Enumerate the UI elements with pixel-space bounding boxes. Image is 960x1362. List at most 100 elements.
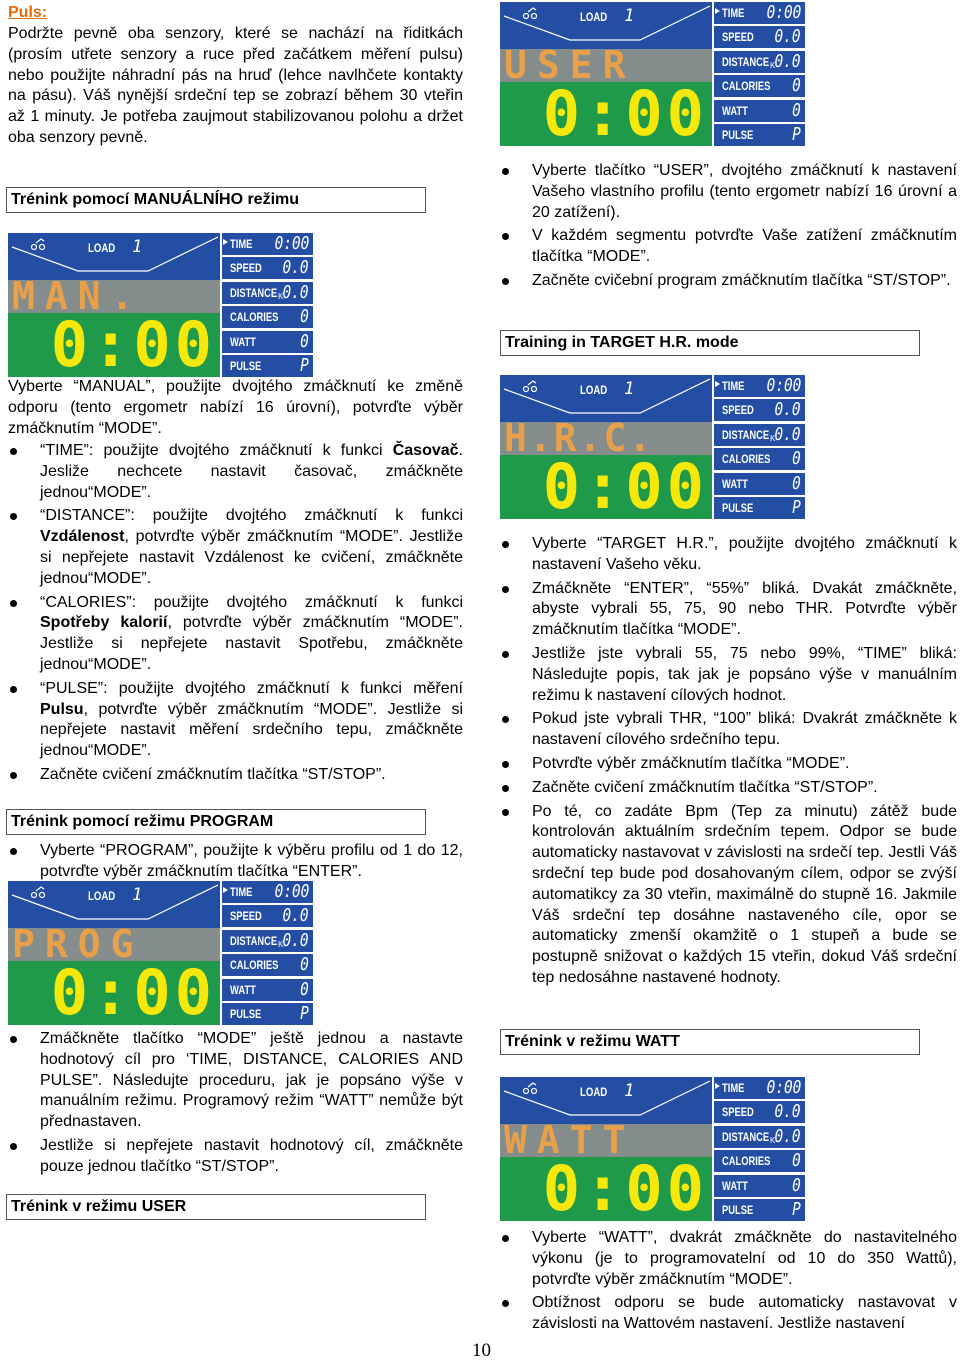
list-item: Obtížnost odporu se bude automaticky nas…: [500, 1293, 957, 1335]
metric-distance: DISTANCE K 0.0: [714, 1125, 805, 1148]
metric-time: TIME 0:00: [222, 233, 313, 255]
metric-time: TIME 0:00: [714, 1077, 805, 1099]
list-item: Začněte cvičební program zmáčknutím tlač…: [500, 271, 957, 292]
clock-readout: 0:00: [542, 450, 708, 523]
metric-speed: SPEED 0.0: [222, 257, 313, 280]
metrics-panel: TIME 0:00 SPEED 0.0 DISTANCE K 0.0 CALORIES 0…: [222, 881, 313, 1025]
list-item: Začněte cvičení zmáčknutím tlačítka “ST/…: [8, 765, 463, 786]
manual-intro: Vyberte “MANUAL”, použijte dvojtého zmáč…: [8, 378, 463, 437]
user-bullets: Vyberte tlačítko “USER”, dvojtého zmáčkn…: [500, 161, 957, 295]
metric-time: TIME 0:00: [714, 375, 805, 397]
list-item: Začněte cvičení zmáčknutím tlačítka “ST/…: [500, 778, 957, 799]
metric-watt: WATT 0: [222, 330, 313, 353]
lcd-top-panel: LOAD 1: [8, 233, 220, 280]
metrics-panel: TIME 0:00 SPEED 0.0 DISTANCE K 0.0 CALORIES 0…: [714, 375, 805, 519]
clock-readout: 0:00: [50, 308, 216, 381]
cyclist-icon: [30, 238, 46, 251]
load-value: 1: [624, 1081, 635, 1101]
metric-pulse: PULSE P: [714, 1199, 805, 1221]
selected-arrow-icon: [715, 1083, 720, 1089]
metrics-panel: TIME 0:00 SPEED 0.0 DISTANCE K 0.0 CALORIES 0…: [714, 1077, 805, 1221]
load-label: LOAD: [580, 383, 608, 397]
load-label: LOAD: [88, 889, 116, 903]
load-value: 1: [132, 237, 143, 257]
program-mode-heading: Trénink pomocí režimu PROGRAM: [6, 809, 426, 835]
metric-speed: SPEED 0.0: [714, 1101, 805, 1124]
metric-speed: SPEED 0.0: [714, 26, 805, 49]
puls-paragraph: Podržte pevně oba senzory, které se nach…: [8, 25, 463, 146]
manual-mode-heading: Trénink pomocí MANUÁLNÍHO režimu: [6, 187, 426, 213]
selected-arrow-icon: [715, 8, 720, 14]
load-value: 1: [132, 885, 143, 905]
lcd-display-watt: LOAD 1 WATT 0:00 TIME 0:00 SPEED 0.0 DISTAN…: [500, 1077, 805, 1221]
metric-speed: SPEED 0.0: [222, 905, 313, 928]
metrics-panel: TIME 0:00 SPEED 0.0 DISTANCE K 0.0 CALORIES 0…: [222, 233, 313, 377]
metric-time: TIME 0:00: [714, 2, 805, 24]
metric-watt: WATT 0: [714, 1174, 805, 1197]
page-number: 10: [472, 1340, 491, 1361]
user-mode-heading: Trénink v režimu USER: [6, 1194, 426, 1220]
load-label: LOAD: [580, 1085, 608, 1099]
list-item: V každém segmentu potvrďte Vaše zatížení…: [500, 226, 957, 268]
list-item: Potvrďte výběr zmáčknutím tlačítka “MODE…: [500, 754, 957, 775]
load-label: LOAD: [580, 10, 608, 24]
load-label: LOAD: [88, 241, 116, 255]
program-bullets-after: Zmáčkněte tlačítko “MODE” ještě jednou a…: [8, 1029, 463, 1181]
metrics-panel: TIME 0:00 SPEED 0.0 DISTANCE K 0.0 CALORIES 0…: [714, 2, 805, 146]
cyclist-icon: [522, 7, 538, 20]
metric-calories: CALORIES 0: [714, 1150, 805, 1173]
metric-pulse: PULSE P: [222, 355, 313, 377]
clock-readout: 0:00: [542, 77, 708, 150]
manual-bullets: “TIME”: použijte dvojtého zmáčknutí k fu…: [8, 441, 463, 789]
list-item: Jestliže si nepřejete nastavit hodnotový…: [8, 1136, 463, 1178]
metric-watt: WATT 0: [714, 99, 805, 122]
metric-distance: DISTANCE K 0.0: [222, 929, 313, 952]
clock-readout: 0:00: [50, 956, 216, 1029]
cyclist-icon: [522, 1082, 538, 1095]
selected-arrow-icon: [223, 239, 228, 245]
cyclist-icon: [30, 886, 46, 899]
puls-heading: Puls:: [8, 4, 48, 21]
metric-speed: SPEED 0.0: [714, 399, 805, 422]
list-item: Vyberte “PROGRAM”, použijte k výběru pro…: [8, 841, 463, 883]
metric-pulse: PULSE P: [714, 497, 805, 519]
watt-bullets: Vyberte “WATT”, dvakrát zmáčkněte do nas…: [500, 1228, 957, 1338]
list-item: “CALORIES”: použijte dvojtého zmáčknutí …: [8, 593, 463, 676]
selected-arrow-icon: [223, 887, 228, 893]
metric-distance: DISTANCE K 0.0: [714, 50, 805, 73]
cyclist-icon: [522, 380, 538, 393]
list-item: Vyberte tlačítko “USER”, dvojtého zmáčkn…: [500, 161, 957, 223]
list-item: Zmáčkněte “ENTER”, “55%” bliká. Dvakát z…: [500, 579, 957, 641]
metric-calories: CALORIES 0: [222, 306, 313, 329]
metric-pulse: PULSE P: [222, 1003, 313, 1025]
metric-distance: DISTANCE K 0.0: [222, 281, 313, 304]
list-item: Po té, co zadáte Bpm (Tep za minutu) zát…: [500, 802, 957, 989]
lcd-display-program: LOAD 1 PROG 0:00 TIME 0:00 SPEED 0.0 DISTAN…: [8, 881, 313, 1025]
list-item: Jestliže jste vybrali 55, 75 nebo 99%, “…: [500, 644, 957, 706]
target-hr-heading: Training in TARGET H.R. mode: [500, 330, 920, 356]
list-item: Vyberte “TARGET H.R.”, použijte dvojtého…: [500, 534, 957, 576]
list-item: Zmáčkněte tlačítko “MODE” ještě jednou a…: [8, 1029, 463, 1133]
metric-calories: CALORIES 0: [714, 75, 805, 98]
load-value: 1: [624, 6, 635, 26]
clock-panel: 0:00: [8, 313, 220, 377]
metric-calories: CALORIES 0: [714, 448, 805, 471]
list-item: “DISTANCE”: použijte dvojtého zmáčknutí …: [8, 506, 463, 589]
list-item: Vyberte “WATT”, dvakrát zmáčkněte do nas…: [500, 1228, 957, 1290]
watt-mode-heading: Trénink v režimu WATT: [500, 1029, 920, 1055]
clock-readout: 0:00: [542, 1152, 708, 1225]
list-item: Pokud jste vybrali THR, “100” bliká: Dva…: [500, 709, 957, 751]
list-item: “TIME”: použijte dvojtého zmáčknutí k fu…: [8, 441, 463, 503]
metric-watt: WATT 0: [222, 978, 313, 1001]
metric-calories: CALORIES 0: [222, 954, 313, 977]
target-hr-bullets: Vyberte “TARGET H.R.”, použijte dvojtého…: [500, 534, 957, 992]
load-value: 1: [624, 379, 635, 399]
metric-distance: DISTANCE K 0.0: [714, 423, 805, 446]
list-item: “PULSE”: použijte dvojtého zmáčknutí k f…: [8, 679, 463, 762]
lcd-display-manual: LOAD 1 MAN. 0:00 TIME 0:00 SPEED 0.0 DISTA…: [8, 233, 313, 377]
lcd-display-hrc: LOAD 1 H.R.C. 0:00 TIME 0:00 SPEED 0.0 DIST…: [500, 375, 805, 519]
metric-pulse: PULSE P: [714, 124, 805, 146]
selected-arrow-icon: [715, 381, 720, 387]
metric-time: TIME 0:00: [222, 881, 313, 903]
lcd-display-user: LOAD 1 USER 0:00 TIME 0:00 SPEED 0.0 DISTAN…: [500, 2, 805, 146]
